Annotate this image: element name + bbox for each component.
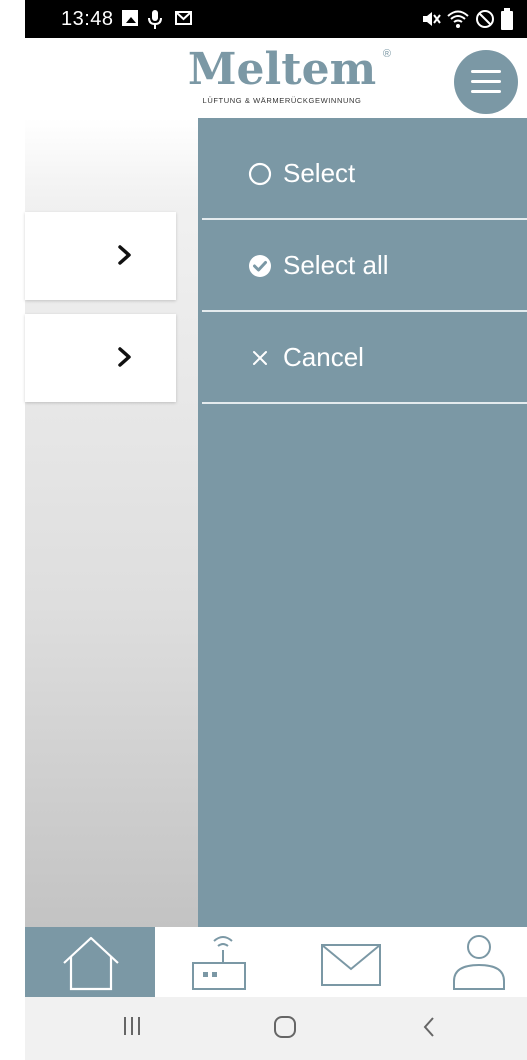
recents-icon[interactable] [122, 1015, 142, 1037]
tab-profile[interactable] [410, 927, 527, 997]
side-menu: Select Select all Cancel [198, 118, 527, 927]
status-icons-right [421, 8, 513, 30]
menu-item-label: Select all [283, 250, 389, 280]
tab-devices[interactable] [170, 927, 300, 997]
blocked-icon [476, 10, 494, 28]
logo-registered-mark: ® [382, 48, 391, 60]
home-button-icon[interactable] [273, 1015, 297, 1039]
check-circle-icon [249, 255, 271, 277]
menu-item-label: Cancel [283, 342, 364, 372]
home-icon [63, 936, 119, 991]
mic-icon [148, 10, 162, 35]
logo-tagline: LÜFTUNG & WÄRMERÜCKGEWINNUNG [202, 96, 362, 105]
list-item[interactable] [25, 314, 176, 402]
wifi-icon [447, 10, 469, 28]
menu-item-cancel[interactable]: Cancel [202, 312, 527, 404]
menu-item-select-all[interactable]: Select all [202, 220, 527, 312]
tab-home[interactable] [25, 927, 155, 997]
menu-item-label: Select [283, 158, 356, 188]
tab-messages[interactable] [295, 927, 425, 997]
status-bar: 13:48 [25, 0, 527, 38]
list-item[interactable] [25, 212, 176, 300]
close-icon [253, 351, 267, 365]
status-time: 13:48 [61, 8, 114, 30]
radio-empty-icon [248, 162, 272, 186]
bottom-tab-bar [25, 927, 527, 997]
mute-icon [423, 12, 441, 26]
battery-icon [501, 8, 513, 30]
user-icon [453, 935, 505, 990]
mail-icon [321, 944, 381, 986]
hamburger-icon-line [471, 80, 501, 83]
mail-icon [175, 11, 192, 25]
system-navigation-bar [25, 997, 527, 1060]
logo-wordmark: Meltem [187, 44, 377, 95]
meltem-logo: Meltem ® LÜFTUNG & WÄRMERÜCKGEWINNUNG [177, 44, 391, 114]
hamburger-icon-line [471, 90, 501, 93]
app-header: Meltem ® LÜFTUNG & WÄRMERÜCKGEWINNUNG [25, 38, 527, 118]
router-icon [192, 936, 246, 990]
chevron-right-icon [118, 245, 131, 265]
hamburger-menu-button[interactable] [454, 50, 518, 114]
chevron-right-icon [118, 347, 131, 367]
gallery-icon [122, 10, 138, 26]
hamburger-icon-line [471, 70, 501, 73]
menu-item-select[interactable]: Select [202, 128, 527, 220]
back-icon[interactable] [421, 1015, 437, 1039]
